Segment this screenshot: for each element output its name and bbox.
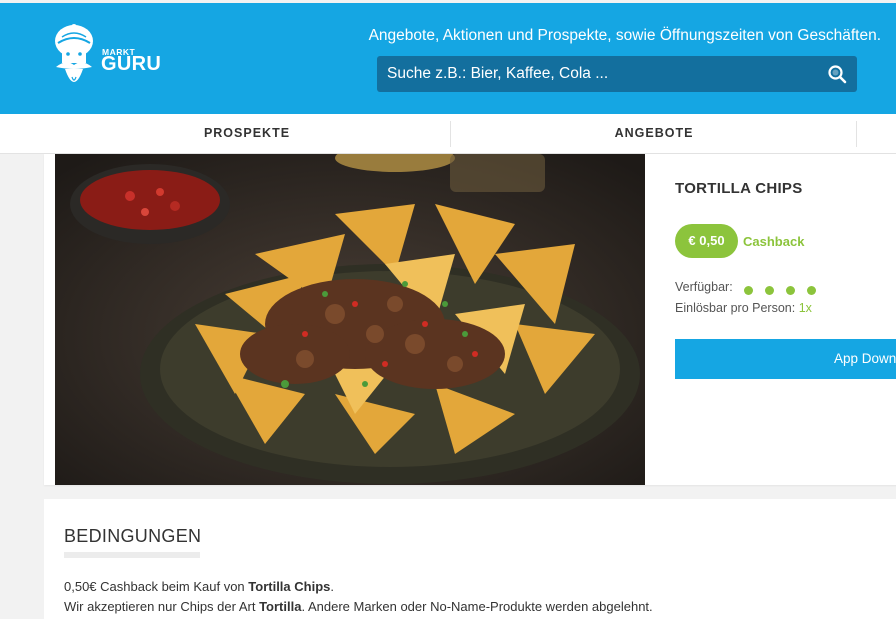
redemption-limit: Einlösbar pro Person: 1x	[675, 301, 812, 315]
search-icon[interactable]	[827, 64, 847, 84]
availability-dot	[786, 286, 795, 295]
main-navigation: PROSPEKTE ANGEBOTE	[0, 114, 896, 154]
conditions-text-line-2: Wir akzeptieren nur Chips der Art Tortil…	[64, 599, 653, 614]
conditions-line-1-text: 0,50€ Cashback beim Kauf von	[64, 579, 249, 594]
availability-indicator	[744, 282, 828, 300]
guru-mascot-icon	[55, 24, 93, 82]
marktguru-logo[interactable]: MARKT GURU	[52, 23, 164, 95]
conditions-line-2-text: Wir akzeptieren nur Chips der Art	[64, 599, 260, 614]
conditions-line-2-end: . Andere Marken oder No-Name-Produkte we…	[301, 599, 653, 614]
search-placeholder: Suche z.B.: Bier, Kaffee, Cola ...	[387, 65, 609, 82]
conditions-title: BEDINGUNGEN	[64, 526, 202, 546]
product-title: TORTILLA CHIPS	[675, 180, 803, 197]
header-tagline: Angebote, Aktionen und Prospekte, sowie …	[368, 27, 881, 44]
offer-card: TORTILLA CHIPS € 0,50 Cashback Verfügbar…	[44, 154, 896, 485]
conditions-line-1-end: .	[330, 579, 335, 594]
price-badge: € 0,50	[675, 224, 738, 258]
conditions-line-1-product: Tortilla Chips	[248, 579, 331, 594]
site-header: MARKT GURU Angebote, Aktionen und Prospe…	[0, 3, 896, 114]
availability-dot	[744, 286, 753, 295]
availability-label: Verfügbar:	[675, 280, 733, 294]
app-download-button[interactable]: App Down	[675, 339, 896, 379]
redemption-limit-label: Einlösbar pro Person:	[675, 301, 796, 315]
tab-prospekte[interactable]: PROSPEKTE	[44, 114, 450, 153]
cashback-label: Cashback	[743, 234, 805, 249]
availability-dot	[807, 286, 816, 295]
availability-dot	[765, 286, 774, 295]
conditions-line-2-product: Tortilla	[259, 599, 302, 614]
tab-angebote[interactable]: ANGEBOTE	[451, 114, 857, 153]
nav-divider	[856, 121, 857, 147]
logo-text-big: GURU	[101, 53, 162, 75]
product-image	[55, 154, 645, 485]
search-input[interactable]: Suche z.B.: Bier, Kaffee, Cola ...	[377, 56, 857, 92]
conditions-underline	[64, 552, 200, 558]
conditions-section: BEDINGUNGEN 0,50€ Cashback beim Kauf von…	[44, 499, 896, 619]
redemption-limit-value: 1x	[798, 301, 812, 315]
conditions-text-line-1: 0,50€ Cashback beim Kauf von Tortilla Ch…	[64, 579, 334, 594]
